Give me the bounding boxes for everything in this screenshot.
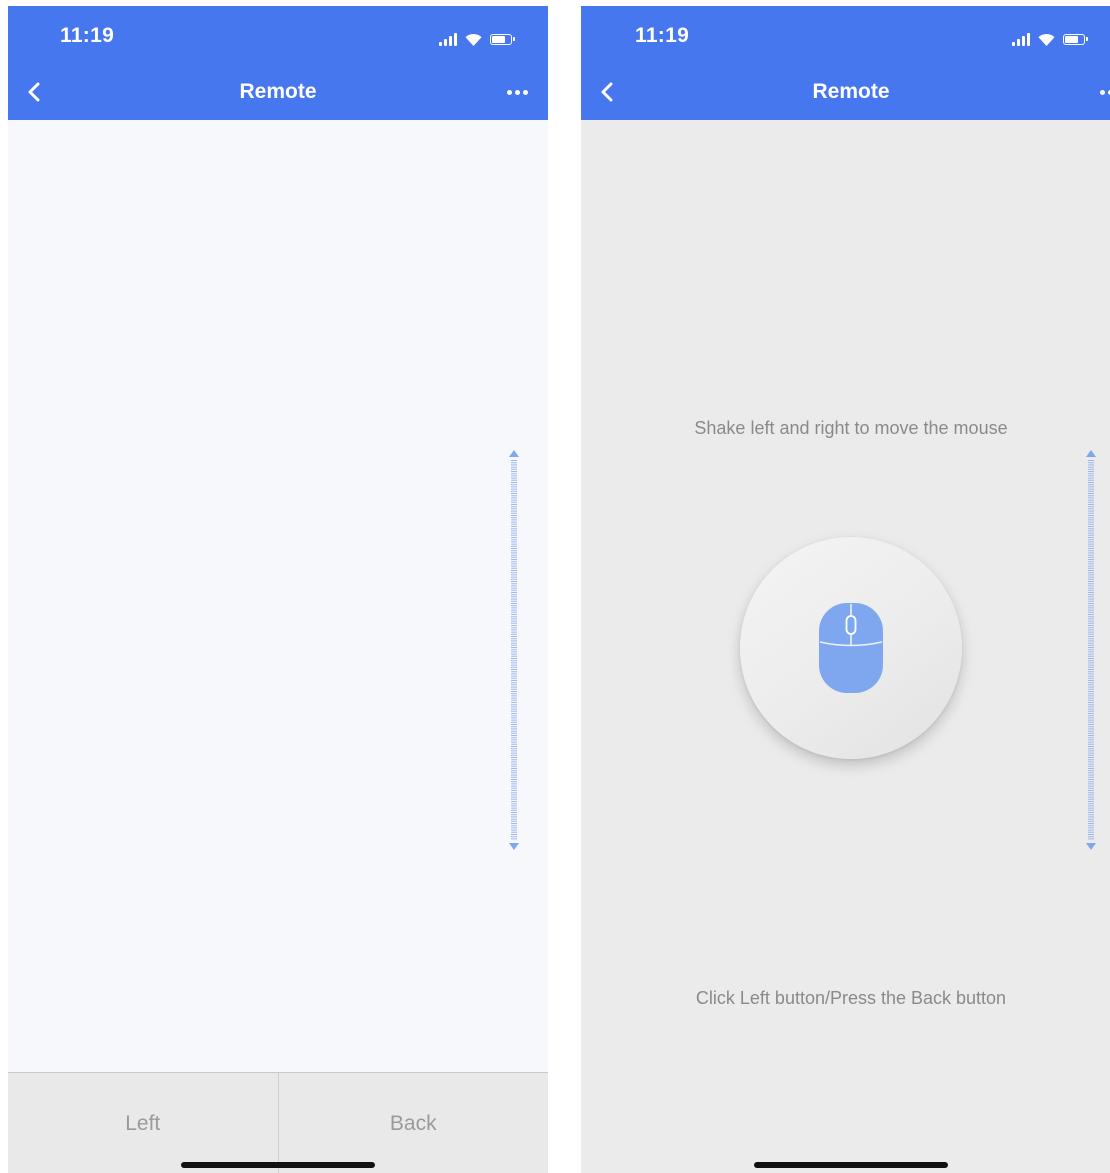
back-press-button[interactable]: Back xyxy=(277,1073,549,1173)
left-click-button[interactable]: Left xyxy=(8,1073,278,1173)
page-title: Remote xyxy=(239,80,317,103)
air-mouse-button[interactable] xyxy=(740,537,962,759)
status-time: 11:19 xyxy=(60,24,115,47)
touchpad-area[interactable] xyxy=(8,120,548,1072)
scroll-down-arrow-icon xyxy=(1086,843,1096,850)
wifi-icon xyxy=(465,33,482,46)
more-horizontal-icon xyxy=(1099,89,1105,95)
more-options-button[interactable] xyxy=(1093,84,1110,100)
scroll-up-arrow-icon xyxy=(509,450,519,457)
signal-icon xyxy=(1012,32,1030,46)
mouse-icon xyxy=(819,603,883,693)
scroll-down-arrow-icon xyxy=(509,843,519,850)
signal-icon xyxy=(439,32,457,46)
app-header: 11:19 Remote xyxy=(581,6,1110,120)
status-icons xyxy=(439,28,515,46)
more-horizontal-icon xyxy=(506,89,512,95)
battery-icon xyxy=(1063,34,1088,45)
status-icons xyxy=(1012,28,1088,46)
status-time: 11:19 xyxy=(635,24,690,47)
remote-screen-touchpad: 11:19 Remote Left Back xyxy=(8,6,548,1173)
bottom-button-bar: Left Back xyxy=(8,1072,548,1173)
scroll-track[interactable] xyxy=(505,450,523,850)
scroll-track[interactable] xyxy=(1082,450,1100,850)
home-indicator[interactable] xyxy=(754,1162,948,1168)
more-options-button[interactable] xyxy=(500,84,534,100)
shake-hint-text: Shake left and right to move the mouse xyxy=(694,418,1008,438)
home-indicator[interactable] xyxy=(181,1162,375,1168)
click-hint-text: Click Left button/Press the Back button xyxy=(695,988,1007,1008)
battery-icon xyxy=(490,34,515,45)
app-header: 11:19 Remote xyxy=(8,6,548,120)
page-title: Remote xyxy=(812,80,890,103)
remote-screen-air-mouse: 11:19 Remote Shake left and right to mov… xyxy=(581,6,1110,1173)
wifi-icon xyxy=(1038,33,1055,46)
scroll-up-arrow-icon xyxy=(1086,450,1096,457)
